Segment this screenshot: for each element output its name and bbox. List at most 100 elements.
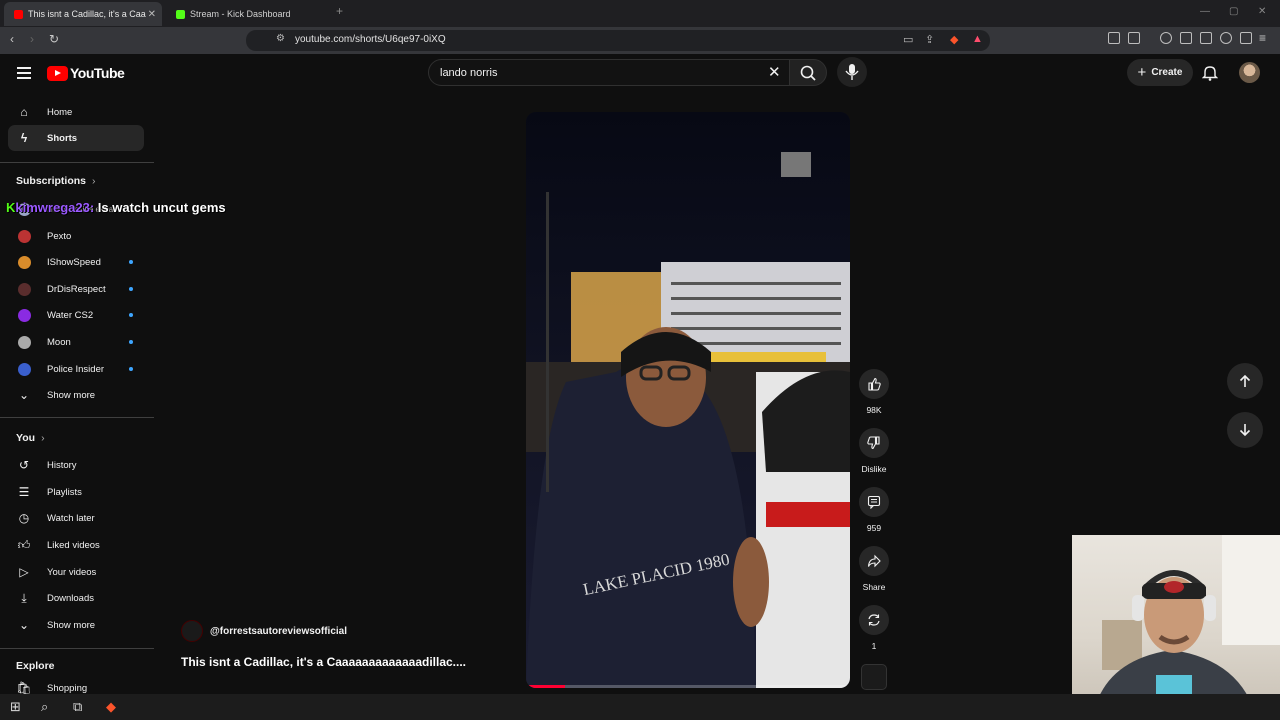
- comment-icon: [859, 487, 889, 517]
- subscription-label: Moon: [47, 336, 71, 348]
- new-content-dot: [129, 287, 133, 291]
- remix-button[interactable]: 1: [858, 605, 890, 651]
- next-short-button[interactable]: [1227, 412, 1263, 448]
- download-icon: ⤓: [21, 590, 27, 605]
- share-button[interactable]: Share: [858, 546, 890, 592]
- maximize-icon[interactable]: ▢: [1229, 6, 1238, 17]
- video-frame: LAKE PLACID 1980: [526, 112, 850, 688]
- logo-text: YouTube: [70, 65, 125, 81]
- reload-icon[interactable]: ↻: [49, 32, 59, 46]
- leo-icon[interactable]: [1220, 32, 1232, 44]
- brave-shield-icon[interactable]: ◆: [950, 33, 958, 46]
- show-more-subscriptions[interactable]: ⌄ Show more: [8, 382, 144, 408]
- arrow-up-icon: [1239, 374, 1251, 387]
- browser-tab[interactable]: Stream - Kick Dashboard: [166, 2, 326, 26]
- menu-icon[interactable]: ≡: [1259, 31, 1266, 45]
- browser-tab-active[interactable]: This isnt a Cadillac, it's a Caa ✕: [4, 2, 162, 26]
- new-content-dot: [129, 313, 133, 317]
- share-icon[interactable]: ⇪: [925, 33, 934, 46]
- sidebar-item-liked-videos[interactable]: 👍︎ Liked videos: [8, 532, 144, 558]
- you-heading[interactable]: You ›: [16, 432, 45, 444]
- subscription-item[interactable]: IShowSpeed: [8, 249, 144, 275]
- close-window-icon[interactable]: ✕: [1258, 6, 1266, 17]
- taskbar-search-icon[interactable]: ⌕: [41, 699, 48, 715]
- subscription-label: Water CS2: [47, 309, 94, 321]
- channel-avatar: [18, 335, 31, 349]
- remix-icon: [859, 605, 889, 635]
- show-more-you[interactable]: ⌄ Show more: [8, 612, 144, 638]
- cast-icon[interactable]: ▭: [903, 33, 913, 46]
- divider: [0, 648, 154, 649]
- youtube-logo[interactable]: YouTube: [47, 65, 125, 81]
- subscription-item[interactable]: Pexto: [8, 223, 144, 249]
- dislike-label: Dislike: [861, 464, 887, 474]
- minimize-icon[interactable]: —: [1200, 6, 1210, 17]
- search-button[interactable]: [789, 59, 827, 86]
- extensions-icon[interactable]: [1108, 32, 1120, 44]
- audio-source-thumbnail[interactable]: [861, 664, 887, 690]
- channel-avatar[interactable]: [181, 620, 203, 642]
- sidebar-icon[interactable]: [1180, 32, 1192, 44]
- wallet-icon[interactable]: [1200, 32, 1212, 44]
- sidebar-item-home[interactable]: ⌂ Home: [8, 99, 144, 125]
- short-video-player[interactable]: LAKE PLACID 1980: [526, 112, 850, 688]
- notifications-bell-icon[interactable]: [1202, 64, 1218, 81]
- dislike-button[interactable]: Dislike: [858, 428, 890, 474]
- show-more-label: Show more: [47, 619, 96, 631]
- history-icon: ↺: [18, 458, 30, 472]
- sidebar-item-watch-later[interactable]: ◷ Watch later: [8, 505, 144, 531]
- search-input[interactable]: lando norris ✕: [428, 59, 790, 86]
- new-content-dot: [129, 340, 133, 344]
- brave-browser-icon[interactable]: ◆: [106, 699, 116, 715]
- sidebar-item-shorts[interactable]: ϟ Shorts: [8, 125, 144, 151]
- kick-badge-icon: K: [6, 200, 16, 215]
- url-bar[interactable]: ⚙︎ youtube.com/shorts/U6qe97-0iXQ ▭ ⇪ ◆ …: [246, 30, 990, 51]
- arrow-down-icon: [1239, 424, 1251, 437]
- channel-avatar: [18, 362, 31, 376]
- vpn-icon[interactable]: [1240, 32, 1252, 44]
- comment-count: 959: [866, 523, 882, 533]
- forward-icon[interactable]: ›: [30, 32, 34, 46]
- create-button[interactable]: + Create: [1127, 59, 1193, 86]
- subscription-item[interactable]: Police Insider: [8, 356, 144, 382]
- clear-search-icon[interactable]: ✕: [768, 63, 781, 81]
- sidebar-item-your-videos[interactable]: ▷ Your videos: [8, 559, 144, 585]
- voice-search-button[interactable]: [837, 57, 867, 87]
- subscription-label: Pexto: [47, 230, 72, 242]
- sidebar-item-downloads[interactable]: ⤓ Downloads: [8, 585, 144, 611]
- channel-name[interactable]: @forrestsautoreviewsofficial: [210, 626, 347, 637]
- subscription-label: Police Insider: [47, 363, 105, 375]
- site-info-icon[interactable]: ⚙︎: [276, 33, 285, 44]
- windows-start-icon[interactable]: ⊞: [10, 699, 21, 715]
- video-progress-bar[interactable]: [526, 685, 850, 688]
- subscription-item[interactable]: Water CS2: [8, 302, 144, 328]
- explore-heading: Explore: [16, 660, 55, 672]
- previous-short-button[interactable]: [1227, 363, 1263, 399]
- account-avatar[interactable]: [1239, 62, 1260, 83]
- clock-icon: ◷: [18, 511, 30, 525]
- short-title[interactable]: This isnt a Cadillac, it's a Caaaaaaaaaa…: [181, 655, 466, 669]
- sidebar-item-playlists[interactable]: ☰ Playlists: [8, 479, 144, 505]
- like-count: 98K: [866, 405, 882, 415]
- youtube-favicon-icon: [14, 9, 23, 19]
- you-heading-text: You: [16, 432, 36, 444]
- like-button[interactable]: 98K: [858, 369, 890, 415]
- back-icon[interactable]: ‹: [10, 32, 14, 46]
- thumbs-down-icon: [859, 428, 889, 458]
- channel-avatar: [18, 229, 31, 243]
- task-view-icon[interactable]: ⧉: [73, 699, 82, 715]
- channel-avatar: [18, 282, 31, 296]
- tab-groups-icon[interactable]: [1128, 32, 1140, 44]
- media-icon[interactable]: [1160, 32, 1172, 44]
- share-arrow-icon: [859, 546, 889, 576]
- hamburger-menu-icon[interactable]: [17, 67, 31, 82]
- subscriptions-heading[interactable]: Subscriptions ›: [16, 175, 96, 187]
- comments-button[interactable]: 959: [858, 487, 890, 533]
- brave-rewards-icon[interactable]: ▲: [972, 33, 983, 45]
- subscription-item[interactable]: DrDisRespect: [8, 276, 144, 302]
- youtube-play-icon: [47, 65, 68, 81]
- subscription-item[interactable]: Moon: [8, 329, 144, 355]
- sidebar-item-history[interactable]: ↺ History: [8, 452, 144, 478]
- plus-icon[interactable]: +: [336, 4, 343, 18]
- close-tab-icon[interactable]: ✕: [148, 9, 156, 20]
